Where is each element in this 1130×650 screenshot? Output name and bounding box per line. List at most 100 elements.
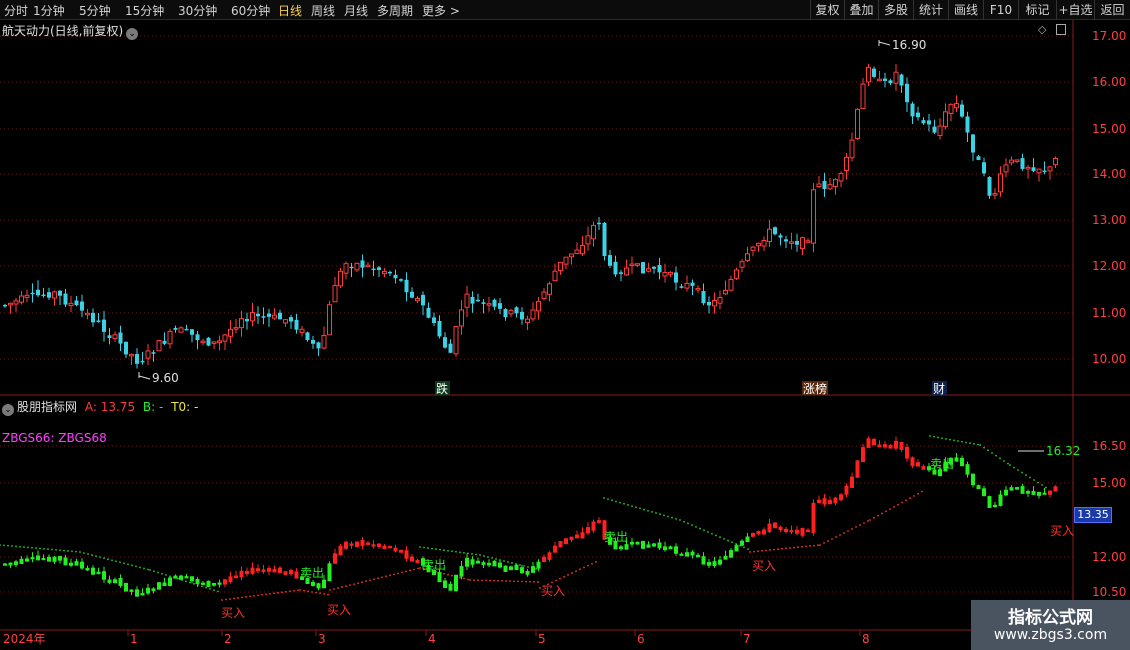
- indicator-dot: [579, 568, 581, 571]
- price-tick: 10.00: [1092, 352, 1126, 366]
- candle-body: [608, 255, 612, 266]
- date-tick: 1: [130, 632, 138, 646]
- event-tag-fall[interactable]: 跌: [435, 381, 450, 396]
- candle-body: [530, 309, 536, 320]
- draw-line-button[interactable]: 画线: [948, 0, 983, 20]
- indicator-dot: [537, 581, 539, 583]
- overlay-button[interactable]: 叠加: [844, 0, 878, 20]
- indicator-dot: [67, 550, 69, 552]
- candle-body: [684, 282, 690, 289]
- diamond-icon[interactable]: ◇: [1038, 23, 1046, 36]
- tab-1min[interactable]: 1分钟: [33, 2, 65, 19]
- buy-signal: 买入: [541, 584, 565, 598]
- tab-60min[interactable]: 60分钟: [231, 2, 270, 19]
- date-tick: 4: [428, 632, 436, 646]
- add-favorite-button[interactable]: +自选: [1056, 0, 1094, 20]
- candle-body: [690, 282, 695, 286]
- indicator-dot: [427, 547, 429, 549]
- candle-body: [877, 78, 882, 82]
- indicator-dot: [143, 567, 145, 570]
- indicator-dot: [377, 577, 379, 580]
- indicator-dot: [257, 594, 259, 597]
- candle-body: [1009, 159, 1014, 164]
- indicator-dot: [333, 588, 335, 590]
- tab-weekly[interactable]: 周线: [311, 2, 335, 19]
- indicator-dot: [949, 438, 951, 441]
- indicator-dot: [273, 592, 275, 595]
- tab-15min[interactable]: 15分钟: [125, 2, 164, 19]
- indicator-dot: [381, 576, 383, 579]
- indicator-dot: [961, 440, 963, 443]
- candle-body: [184, 328, 189, 331]
- f10-button[interactable]: F10: [983, 0, 1018, 20]
- indicator-dot: [471, 553, 473, 555]
- tab-multi-period[interactable]: 多周期: [377, 2, 413, 19]
- mark-button[interactable]: 标记: [1018, 0, 1056, 20]
- indicator-dot: [595, 560, 597, 563]
- indicator-dot: [51, 548, 53, 551]
- indicator-dot: [47, 548, 49, 551]
- indicator-dot: [369, 579, 371, 582]
- indicator-dot: [269, 592, 271, 595]
- candle-body: [893, 71, 899, 84]
- low-price-label: 9.60: [152, 371, 179, 385]
- stats-button[interactable]: 统计: [913, 0, 948, 20]
- indicator-dot: [867, 520, 869, 522]
- candle-body: [8, 302, 13, 306]
- indicator-dot: [695, 525, 697, 528]
- candle-body: [954, 103, 959, 109]
- back-button[interactable]: 返回: [1094, 0, 1130, 20]
- indicator-dot: [765, 549, 767, 552]
- date-tick: 5: [538, 632, 546, 646]
- candle-body: [41, 294, 46, 297]
- indicator-dot: [353, 583, 355, 586]
- tab-30min[interactable]: 30分钟: [178, 2, 217, 19]
- candle-body: [365, 264, 371, 268]
- kline-chart[interactable]: 17.00 16.00 15.00 14.00 13.00 12.00 11.0…: [0, 20, 1130, 650]
- chevron-down-icon[interactable]: ⌄: [2, 404, 14, 416]
- candle-body: [602, 222, 607, 257]
- indicator-dot: [315, 591, 317, 594]
- price-axis: 17.00 16.00 15.00 14.00 13.00 12.00 11.0…: [1092, 29, 1126, 366]
- fuquan-button[interactable]: 复权: [810, 0, 844, 20]
- indicator-dot: [969, 442, 971, 445]
- candle-body: [140, 360, 145, 363]
- panel-toggle-icon[interactable]: [1056, 24, 1066, 35]
- multi-stock-button[interactable]: 多股: [878, 0, 913, 20]
- indicator-dot: [419, 567, 421, 569]
- indicator-dot: [607, 498, 609, 501]
- indicator-dot: [307, 590, 309, 593]
- event-tag-finance[interactable]: 财: [932, 381, 947, 396]
- indicator-dot: [855, 526, 857, 528]
- candle-body: [294, 319, 299, 330]
- tab-monthly[interactable]: 月线: [344, 2, 368, 19]
- indicator-dot: [489, 579, 491, 582]
- indicator-dot: [83, 552, 85, 554]
- candle-body: [767, 228, 772, 243]
- indicator-dot: [205, 586, 207, 589]
- candle-body: [745, 253, 750, 261]
- tab-more[interactable]: 更多 >: [422, 2, 460, 19]
- indicator-dot: [587, 564, 589, 567]
- sell-signal: 卖出: [300, 566, 324, 580]
- candle-body: [195, 334, 200, 341]
- indicator-dot: [869, 519, 871, 521]
- candle-body: [145, 350, 151, 359]
- indicator-dot: [819, 544, 821, 546]
- indicator-dot: [401, 571, 403, 574]
- tab-daily[interactable]: 日线: [278, 2, 302, 19]
- candle-body: [591, 224, 596, 240]
- indicator-dot: [495, 558, 497, 560]
- candle-body: [827, 184, 833, 190]
- candle-body: [437, 320, 442, 337]
- candle-body: [261, 316, 266, 318]
- event-tag-limit-up[interactable]: 涨榜: [802, 381, 828, 396]
- candle-body: [3, 304, 7, 307]
- indicator-dot: [497, 579, 499, 582]
- candle-body: [629, 263, 635, 267]
- indicator-dot: [973, 443, 975, 445]
- tab-fenshi[interactable]: 分时: [4, 2, 28, 19]
- candle-body: [1025, 166, 1031, 170]
- tab-5min[interactable]: 5分钟: [79, 2, 111, 19]
- chevron-down-icon[interactable]: ⌄: [126, 28, 139, 40]
